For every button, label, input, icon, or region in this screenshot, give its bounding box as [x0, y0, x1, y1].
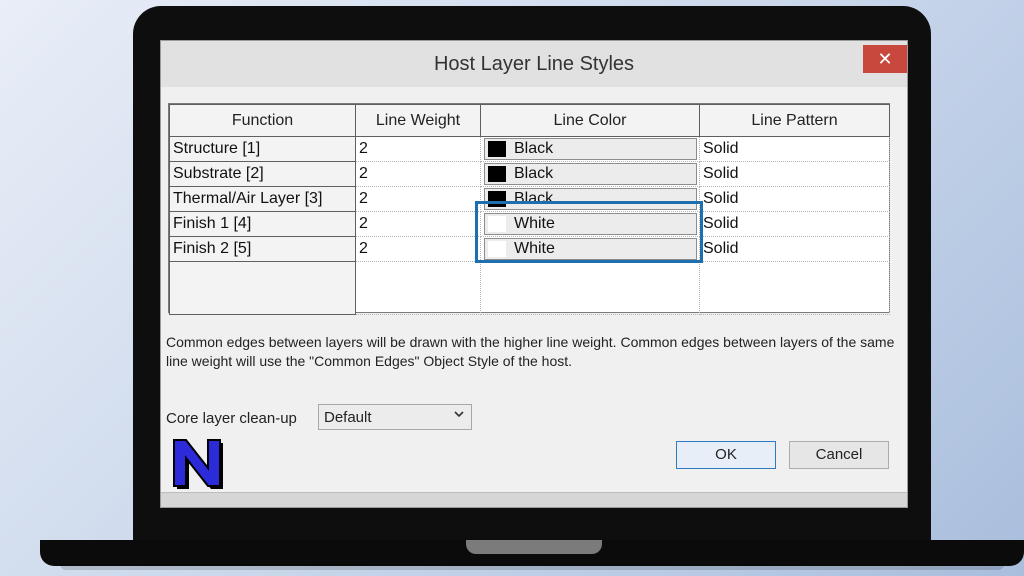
- line-weight-cell[interactable]: 2: [355, 186, 481, 212]
- empty-cell: [480, 261, 700, 315]
- line-color-button[interactable]: Black: [484, 138, 697, 160]
- line-color-label: White: [514, 215, 555, 232]
- dialog-bottom-strip: [161, 492, 907, 507]
- cancel-button[interactable]: Cancel: [789, 441, 889, 469]
- empty-row: [169, 261, 890, 315]
- core-cleanup-select[interactable]: Default: [318, 404, 472, 430]
- function-cell: Finish 1 [4]: [169, 211, 356, 237]
- close-button[interactable]: ✕: [863, 45, 907, 73]
- line-styles-grid: Function Line Weight Line Color Line Pat…: [168, 103, 890, 315]
- header-line-color[interactable]: Line Color: [480, 104, 700, 137]
- grid-header-row: Function Line Weight Line Color Line Pat…: [169, 104, 890, 137]
- line-color-button[interactable]: White: [484, 238, 697, 260]
- core-cleanup-label: Core layer clean-up: [166, 410, 297, 427]
- host-layer-line-styles-dialog: Host Layer Line Styles ✕ Function Line W…: [160, 40, 908, 508]
- dialog-title: Host Layer Line Styles: [433, 53, 635, 75]
- line-weight-cell[interactable]: 2: [355, 161, 481, 187]
- header-line-pattern[interactable]: Line Pattern: [699, 104, 890, 137]
- line-pattern-cell[interactable]: Solid: [699, 161, 890, 187]
- header-line-weight[interactable]: Line Weight: [355, 104, 481, 137]
- color-swatch: [488, 191, 506, 207]
- line-weight-cell[interactable]: 2: [355, 236, 481, 262]
- line-color-cell: Black: [480, 161, 700, 187]
- common-edges-note: Common edges between layers will be draw…: [166, 334, 895, 369]
- color-swatch: [488, 166, 506, 182]
- laptop-shadow: [60, 564, 1004, 570]
- line-color-label: Black: [514, 140, 554, 157]
- close-icon: ✕: [877, 49, 893, 69]
- function-cell: Substrate [2]: [169, 161, 356, 187]
- table-row: Finish 1 [4] 2 White Solid: [169, 211, 890, 237]
- chevron-down-icon: [453, 408, 465, 423]
- color-swatch: [488, 241, 506, 257]
- table-row: Substrate [2] 2 Black Solid: [169, 161, 890, 187]
- laptop-notch: [466, 540, 602, 554]
- table-row: Structure [1] 2 Black Solid: [169, 136, 890, 162]
- line-pattern-cell[interactable]: Solid: [699, 136, 890, 162]
- line-color-label: Black: [514, 165, 554, 182]
- line-pattern-cell[interactable]: Solid: [699, 211, 890, 237]
- line-color-cell: Black: [480, 136, 700, 162]
- function-cell: Finish 2 [5]: [169, 236, 356, 262]
- line-weight-cell[interactable]: 2: [355, 211, 481, 237]
- table-row: Finish 2 [5] 2 White Solid: [169, 236, 890, 262]
- empty-cell: [355, 261, 481, 315]
- line-color-label: White: [514, 240, 555, 257]
- line-color-cell: White: [480, 236, 700, 262]
- line-pattern-cell[interactable]: Solid: [699, 236, 890, 262]
- empty-cell: [699, 261, 890, 315]
- ok-button[interactable]: OK: [676, 441, 776, 469]
- function-cell: Thermal/Air Layer [3]: [169, 186, 356, 212]
- empty-function-cell: [169, 261, 356, 315]
- line-color-button[interactable]: White: [484, 213, 697, 235]
- line-color-label: Black: [514, 190, 554, 207]
- n-logo-icon: [170, 434, 226, 490]
- line-color-cell: White: [480, 211, 700, 237]
- color-swatch: [488, 141, 506, 157]
- header-function[interactable]: Function: [169, 104, 356, 137]
- color-swatch: [488, 216, 506, 232]
- core-cleanup-value: Default: [324, 409, 372, 426]
- table-row: Thermal/Air Layer [3] 2 Black Solid: [169, 186, 890, 212]
- line-color-button[interactable]: Black: [484, 163, 697, 185]
- function-cell: Structure [1]: [169, 136, 356, 162]
- line-weight-cell[interactable]: 2: [355, 136, 481, 162]
- line-pattern-cell[interactable]: Solid: [699, 186, 890, 212]
- dialog-titlebar: Host Layer Line Styles ✕: [161, 41, 907, 87]
- line-color-cell: Black: [480, 186, 700, 212]
- line-color-button[interactable]: Black: [484, 188, 697, 210]
